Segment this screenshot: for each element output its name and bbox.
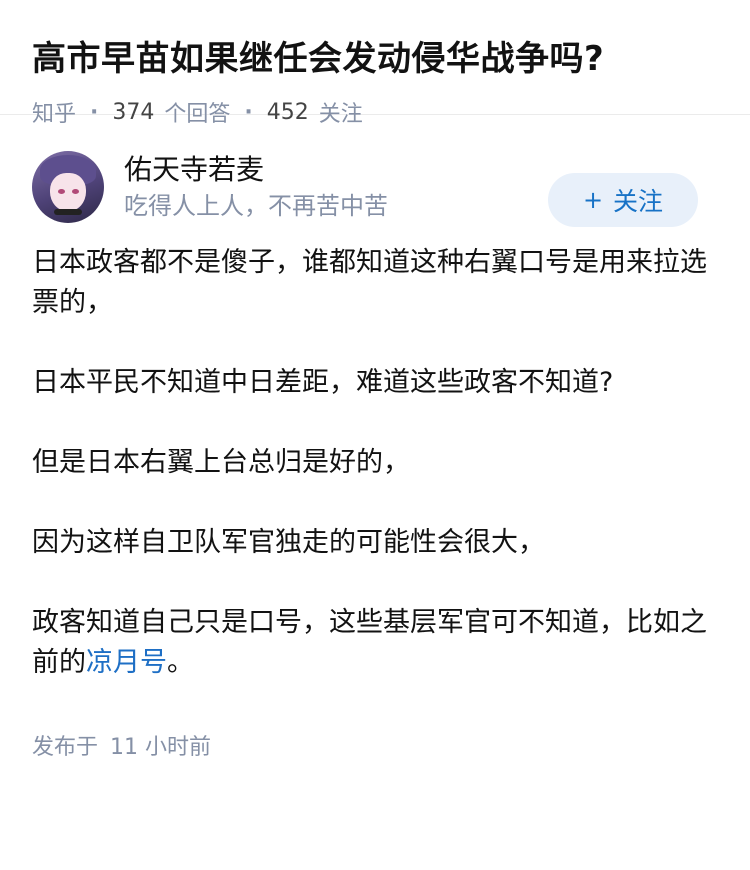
answer-paragraph: 政客知道自己只是口号，这些基层军官可不知道，比如之前的凉月号。 bbox=[32, 603, 718, 683]
answer-content: 日本政客都不是傻子，谁都知道这种右翼口号是用来拉选票的， 日本平民不知道中日差距… bbox=[0, 223, 750, 683]
ship-link[interactable]: 凉月号 bbox=[86, 647, 167, 678]
answer-paragraph: 因为这样自卫队军官独走的可能性会很大， bbox=[32, 527, 545, 558]
question-header: 高市早苗如果继任会发动侵华战争吗? 知乎 · 374 个回答 · 452 关注 bbox=[0, 0, 750, 127]
follow-button[interactable]: + 关注 bbox=[548, 173, 698, 227]
published-label: 发布于 bbox=[32, 735, 99, 760]
answer-footer: 发布于 11 小时前 bbox=[0, 723, 750, 761]
answer-paragraph: 但是日本右翼上台总归是好的， bbox=[32, 447, 410, 478]
follow-button-label: 关注 bbox=[613, 187, 664, 216]
question-title[interactable]: 高市早苗如果继任会发动侵华战争吗? bbox=[32, 36, 718, 82]
avatar[interactable] bbox=[32, 151, 104, 223]
answer-paragraph: 日本平民不知道中日差距，难道这些政客不知道? bbox=[32, 367, 614, 398]
author-info: 佑天寺若麦 吃得人上人，不再苦中苦 bbox=[124, 152, 388, 222]
author-name[interactable]: 佑天寺若麦 bbox=[124, 152, 388, 188]
answer-text-end: 。 bbox=[167, 647, 194, 678]
plus-icon: + bbox=[582, 186, 604, 214]
published-time: 11 小时前 bbox=[110, 735, 212, 760]
author-card: 佑天寺若麦 吃得人上人，不再苦中苦 + 关注 bbox=[0, 115, 750, 227]
answer-paragraph: 日本政客都不是傻子，谁都知道这种右翼口号是用来拉选票的， bbox=[32, 247, 707, 318]
author-bio: 吃得人上人，不再苦中苦 bbox=[124, 192, 388, 220]
